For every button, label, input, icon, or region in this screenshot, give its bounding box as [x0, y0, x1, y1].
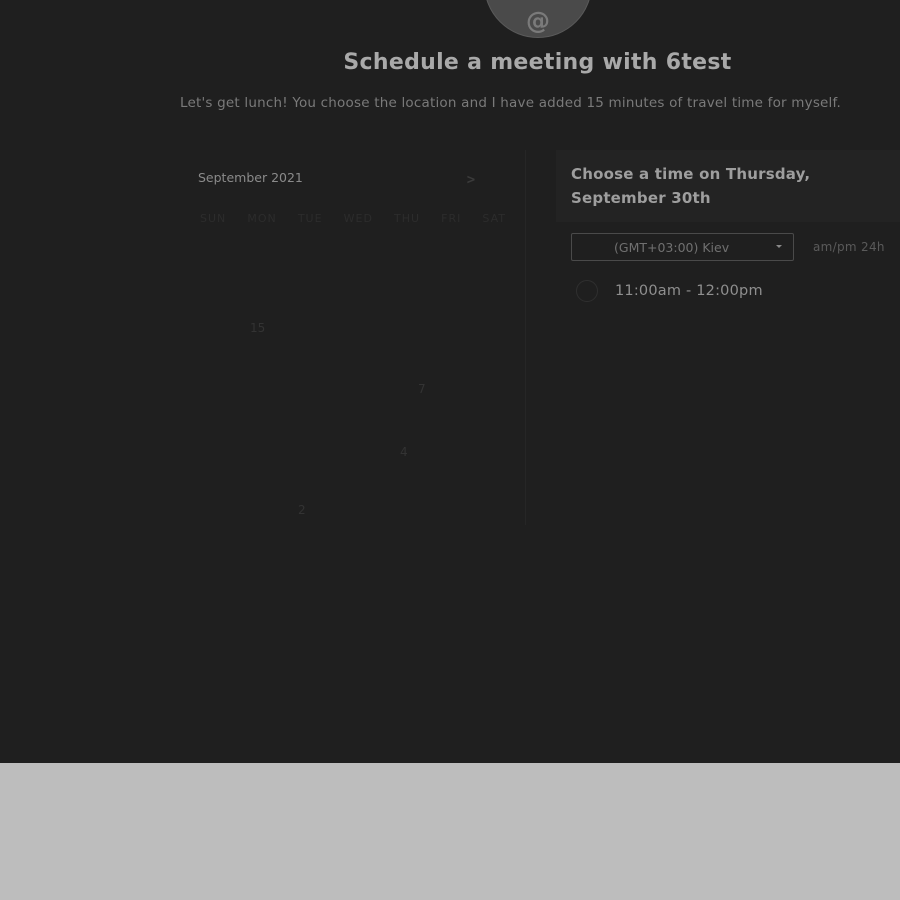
timezone-select[interactable]: (GMT+03:00) Kiev: [571, 233, 794, 261]
page-footer-area: [0, 763, 900, 900]
next-month-button[interactable]: >: [464, 172, 478, 188]
weekday-label: THU: [394, 212, 421, 225]
weekday-label: MON: [247, 212, 277, 225]
time-slot-label[interactable]: 11:00am - 12:00pm: [615, 283, 763, 299]
avatar-glyph: @: [526, 7, 550, 35]
calendar-day[interactable]: 2: [298, 503, 306, 517]
time-panel-header: Choose a time on Thursday, September 30t…: [556, 150, 900, 222]
time-format-toggle[interactable]: am/pm 24h: [813, 240, 885, 254]
time-slot-radio[interactable]: [576, 280, 598, 302]
calendar-month-label: September 2021: [198, 170, 303, 185]
meeting-description: Let's get lunch! You choose the location…: [180, 95, 841, 111]
avatar: @: [484, 0, 592, 38]
weekday-label: SUN: [200, 212, 227, 225]
weekday-header: SUN MON TUE WED THU FRI SAT: [200, 212, 506, 225]
panel-divider: [525, 150, 526, 525]
calendar-day[interactable]: 7: [418, 382, 426, 396]
calendar-day[interactable]: 15: [250, 321, 265, 335]
weekday-label: WED: [343, 212, 373, 225]
calendar-day[interactable]: 4: [400, 445, 408, 459]
calendar: September 2021 > SUN MON TUE WED THU FRI…: [176, 150, 521, 525]
weekday-label: SAT: [482, 212, 506, 225]
weekday-label: TUE: [297, 212, 323, 225]
weekday-label: FRI: [441, 212, 462, 225]
timezone-value: (GMT+03:00) Kiev: [614, 240, 730, 255]
page-title: Schedule a meeting with 6test: [343, 50, 732, 75]
selected-date-heading: Choose a time on Thursday, September 30t…: [571, 165, 811, 207]
scheduler-page: @ Schedule a meeting with 6test Let's ge…: [0, 0, 900, 763]
caret-down-icon: [776, 245, 782, 248]
chevron-right-icon: >: [466, 172, 476, 188]
